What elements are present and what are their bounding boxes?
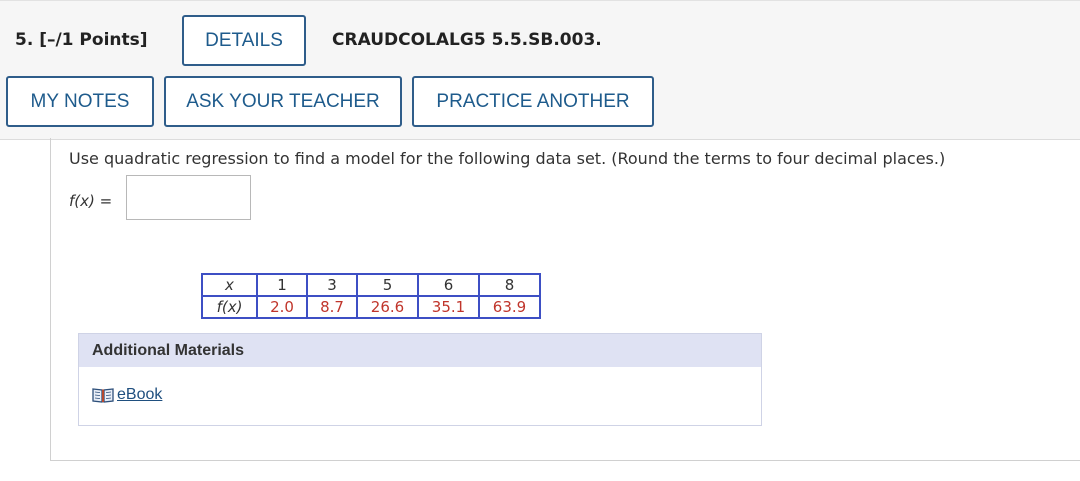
ask-your-teacher-button[interactable]: ASK YOUR TEACHER bbox=[164, 76, 402, 127]
table-cell-fx: 63.9 bbox=[478, 295, 541, 319]
table-cell-fx: 35.1 bbox=[417, 295, 480, 319]
question-number: 5. [–/1 Points] bbox=[15, 30, 148, 50]
problem-code: CRAUDCOLALG5 5.5.SB.003. bbox=[332, 30, 602, 50]
practice-another-button[interactable]: PRACTICE ANOTHER bbox=[412, 76, 654, 127]
additional-materials-heading: Additional Materials bbox=[79, 334, 761, 367]
table-cell-fx: 26.6 bbox=[356, 295, 419, 319]
equals-sign: = bbox=[99, 192, 113, 210]
question-prompt: Use quadratic regression to find a model… bbox=[69, 149, 946, 168]
data-table: x 1 3 5 6 8 f(x) 2.0 8.7 26.6 35.1 63.9 bbox=[201, 273, 541, 319]
my-notes-button[interactable]: MY NOTES bbox=[6, 76, 154, 127]
table-cell-x: 6 bbox=[417, 273, 480, 297]
table-cell-x: 8 bbox=[478, 273, 541, 297]
table-row-fx: f(x) 2.0 8.7 26.6 35.1 63.9 bbox=[201, 295, 541, 319]
table-cell-x: 3 bbox=[306, 273, 358, 297]
table-cell-x: 1 bbox=[256, 273, 308, 297]
table-cell-fx: 8.7 bbox=[306, 295, 358, 319]
answer-label: f(x) = bbox=[69, 192, 112, 210]
fx-symbol: f(x) bbox=[69, 192, 95, 210]
answer-input[interactable] bbox=[126, 175, 251, 220]
table-header-fx: f(x) bbox=[201, 295, 258, 319]
additional-materials-panel: Additional Materials eBook bbox=[78, 333, 762, 426]
table-cell-fx: 2.0 bbox=[256, 295, 308, 319]
table-header-x: x bbox=[201, 273, 258, 297]
table-row-x: x 1 3 5 6 8 bbox=[201, 273, 541, 297]
details-button[interactable]: DETAILS bbox=[182, 15, 306, 66]
table-cell-x: 5 bbox=[356, 273, 419, 297]
book-icon bbox=[92, 387, 114, 403]
ebook-label: eBook bbox=[117, 386, 163, 403]
ebook-link[interactable]: eBook bbox=[92, 386, 162, 404]
